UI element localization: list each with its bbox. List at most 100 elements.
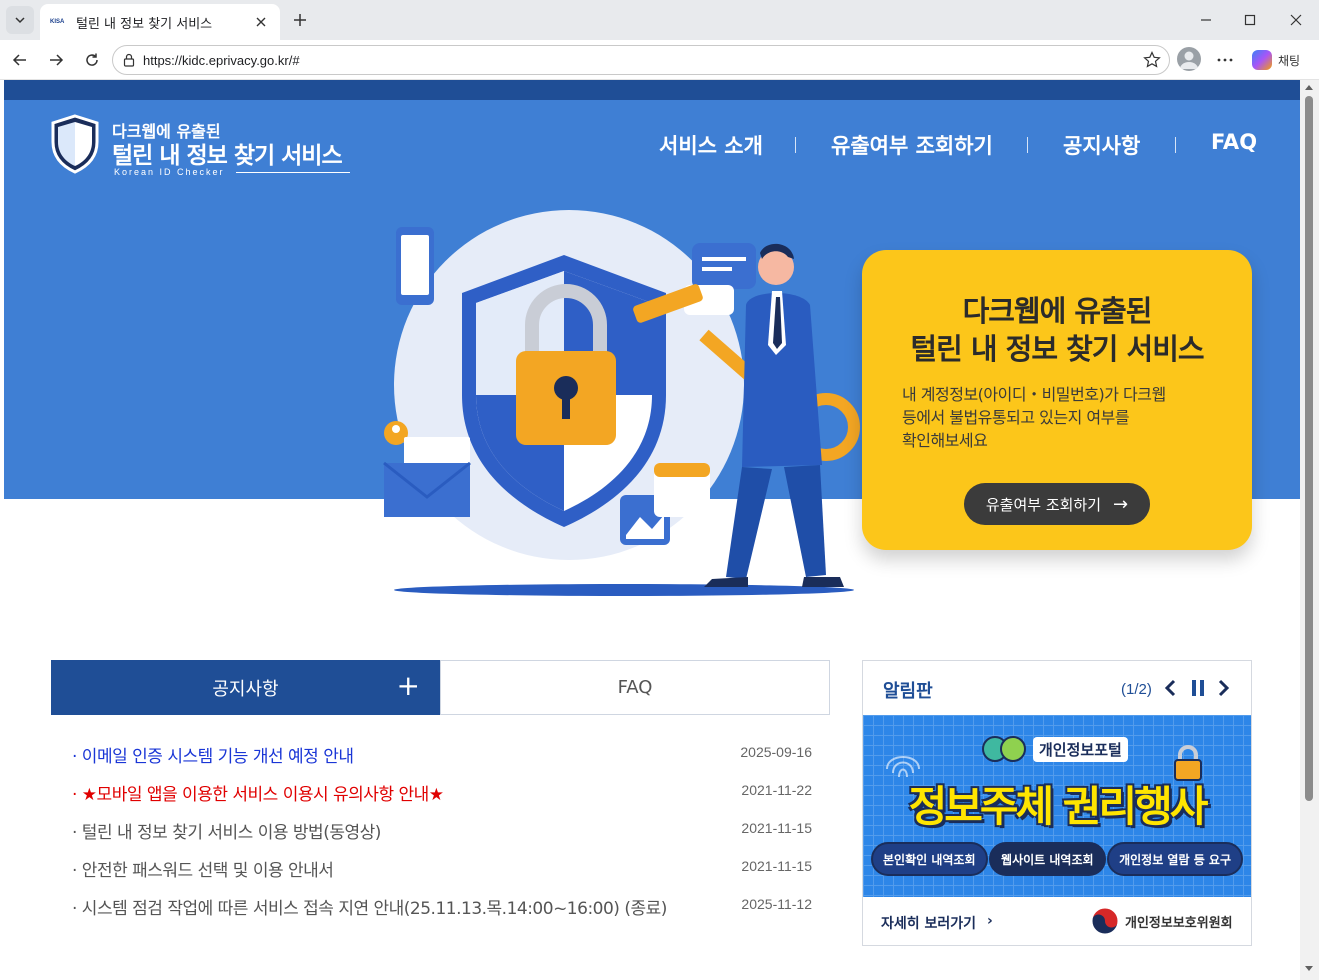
- alarm-more-link[interactable]: 자세히 보러가기: [881, 913, 976, 933]
- notice-date: 2025-09-16: [740, 744, 812, 760]
- list-item[interactable]: · 이메일 인증 시스템 기능 개선 예정 안내 2025-09-16: [72, 738, 812, 776]
- alarm-banner[interactable]: 개인정보포털 정보주체 권리행사 본인확인 내역조회 웹사이트 내역조회 개인정…: [863, 715, 1251, 897]
- list-item[interactable]: · 시스템 점검 작업에 따른 서비스 접속 지연 안내(25.11.13.목.…: [72, 890, 812, 928]
- pipc-label: 개인정보보호위원회: [1125, 915, 1233, 931]
- pipc-logo: 개인정보보호위원회: [1091, 907, 1233, 935]
- nav-service-intro[interactable]: 서비스 소개: [659, 130, 763, 160]
- hero-title: 다크웹에 유출된 털린 내 정보 찾기 서비스: [862, 292, 1252, 368]
- nav-divider: [795, 137, 796, 153]
- logo-main-text: 털린 내 정보 찾기 서비스: [112, 143, 343, 169]
- leak-check-button[interactable]: 유출여부 조회하기 →: [964, 483, 1150, 525]
- more-menu-button[interactable]: [1212, 47, 1238, 73]
- scrollbar-thumb[interactable]: [1305, 96, 1313, 801]
- plus-icon[interactable]: +: [397, 672, 420, 700]
- arrow-right-icon: [50, 54, 64, 66]
- nav-leak-check[interactable]: 유출여부 조회하기: [831, 130, 993, 160]
- lock-icon: [123, 53, 135, 67]
- browser-tab[interactable]: KISA 털린 내 정보 찾기 서비스: [40, 4, 280, 40]
- hero-title-line: 털린 내 정보 찾기 서비스: [910, 332, 1204, 366]
- logo-divider: [236, 172, 350, 173]
- alarm-next-button[interactable]: [1213, 675, 1235, 701]
- new-tab-button[interactable]: [288, 8, 312, 32]
- plus-icon: [294, 14, 306, 26]
- notice-title[interactable]: · 안전한 패스워드 선택 및 이용 안내서: [72, 856, 334, 881]
- hero-desc-line: 확인해보세요: [902, 431, 988, 450]
- scroll-down-arrow-icon[interactable]: [1305, 966, 1313, 971]
- refresh-icon: [86, 53, 98, 66]
- notice-list: · 이메일 인증 시스템 기능 개선 예정 안내 2025-09-16 · ★모…: [72, 738, 812, 928]
- notice-title[interactable]: · 이메일 인증 시스템 기능 개선 예정 안내: [72, 742, 354, 767]
- forward-button[interactable]: [42, 46, 70, 74]
- alarm-board: 알림판 (1/2) 개인정보포털 정보주체 권리행사 본인확인 내역조회 웹사이…: [862, 660, 1252, 946]
- scroll-up-arrow-icon[interactable]: [1305, 85, 1313, 90]
- leak-check-button-label: 유출여부 조회하기: [985, 495, 1102, 514]
- list-item[interactable]: · 안전한 패스워드 선택 및 이용 안내서 2021-11-15: [72, 852, 812, 890]
- nav-divider: [1175, 137, 1176, 153]
- maximize-button[interactable]: [1236, 6, 1264, 34]
- board-tabs: 공지사항 + FAQ: [51, 660, 830, 715]
- close-icon: [256, 17, 266, 27]
- page: 다크웹에 유출된 털린 내 정보 찾기 서비스 Korean ID Checke…: [4, 80, 1300, 980]
- address-bar[interactable]: https://kidc.eprivacy.go.kr/#: [112, 45, 1170, 75]
- portal-logo-icon: [982, 736, 1026, 762]
- window-close-button[interactable]: [1282, 6, 1310, 34]
- alarm-page-count: (1/2): [1121, 681, 1152, 698]
- tab-faq[interactable]: FAQ: [440, 660, 830, 715]
- back-button[interactable]: [6, 46, 34, 74]
- tab-faq-label: FAQ: [617, 677, 653, 698]
- notice-date: 2021-11-22: [741, 782, 812, 798]
- profile-avatar[interactable]: [1177, 47, 1201, 71]
- star-icon[interactable]: [1143, 51, 1161, 69]
- chevron-down-icon: [15, 17, 25, 24]
- hero-description: 내 계정정보(아이디・비밀번호)가 다크웹 등에서 불법유통되고 있는지 여부를…: [902, 383, 1222, 452]
- hero-title-line: 다크웹에 유출된: [962, 294, 1153, 328]
- tab-list-button[interactable]: [6, 6, 34, 34]
- notice-title[interactable]: · 시스템 점검 작업에 따른 서비스 접속 지연 안내(25.11.13.목.…: [72, 894, 667, 919]
- page-scrollbar[interactable]: [1300, 80, 1319, 980]
- banner-pill: 개인정보 열람 등 요구: [1107, 842, 1243, 876]
- hero-desc-line: 내 계정정보(아이디・비밀번호)가 다크웹: [902, 385, 1166, 404]
- taeguk-emblem-icon: [1091, 907, 1119, 935]
- copilot-chat-button[interactable]: 채팅: [1246, 45, 1310, 75]
- nav-notice[interactable]: 공지사항: [1063, 130, 1140, 160]
- banner-pill: 본인확인 내역조회: [871, 842, 988, 876]
- kisa-favicon-icon: KISA: [50, 19, 65, 25]
- alarm-prev-button[interactable]: [1159, 675, 1181, 701]
- shield-logo-icon: [51, 114, 99, 174]
- tab-close-button[interactable]: [252, 13, 270, 31]
- site-logo[interactable]: 다크웹에 유출된 털린 내 정보 찾기 서비스 Korean ID Checke…: [50, 114, 360, 178]
- tab-notice[interactable]: 공지사항 +: [51, 660, 440, 715]
- nav-divider: [1027, 137, 1028, 153]
- url-text: https://kidc.eprivacy.go.kr/#: [143, 52, 300, 68]
- pause-icon: [1192, 680, 1204, 696]
- banner-pills: 본인확인 내역조회 웹사이트 내역조회 개인정보 열람 등 요구: [871, 842, 1243, 876]
- notice-title[interactable]: · ★모바일 앱을 이용한 서비스 이용시 유의사항 안내★: [72, 780, 444, 805]
- notice-date: 2021-11-15: [741, 820, 812, 836]
- tab-title: 털린 내 정보 찾기 서비스: [76, 16, 213, 32]
- banner-headline: 정보주체 권리행사: [908, 782, 1209, 831]
- page-viewport: 다크웹에 유출된 털린 내 정보 찾기 서비스 Korean ID Checke…: [0, 80, 1319, 980]
- alarm-pause-button[interactable]: [1187, 675, 1209, 701]
- hero-card: 다크웹에 유출된 털린 내 정보 찾기 서비스 내 계정정보(아이디・비밀번호)…: [862, 250, 1252, 550]
- banner-portal: 개인정보포털: [981, 735, 1128, 763]
- close-icon: [1290, 14, 1302, 26]
- copilot-icon: [1252, 50, 1272, 70]
- maximize-icon: [1244, 14, 1256, 26]
- refresh-button[interactable]: [78, 46, 106, 74]
- arrow-right-icon: →: [1113, 493, 1129, 515]
- minimize-button[interactable]: [1192, 6, 1220, 34]
- notice-date: 2021-11-15: [741, 858, 812, 874]
- list-item[interactable]: · ★모바일 앱을 이용한 서비스 이용시 유의사항 안내★ 2021-11-2…: [72, 776, 812, 814]
- nav-faq[interactable]: FAQ: [1211, 130, 1257, 154]
- browser-tabbar: KISA 털린 내 정보 찾기 서비스: [0, 0, 1319, 40]
- minimize-icon: [1201, 19, 1211, 21]
- browser-toolbar: https://kidc.eprivacy.go.kr/# 채팅: [0, 40, 1319, 80]
- list-item[interactable]: · 털린 내 정보 찾기 서비스 이용 방법(동영상) 2021-11-15: [72, 814, 812, 852]
- security-illustration: [383, 210, 860, 596]
- more-dots-icon: [1217, 58, 1233, 62]
- notice-title[interactable]: · 털린 내 정보 찾기 서비스 이용 방법(동영상): [72, 818, 381, 843]
- hero-desc-line: 등에서 불법유통되고 있는지 여부를: [902, 408, 1130, 427]
- logo-sub-text: Korean ID Checker: [114, 167, 225, 177]
- banner-pill: 웹사이트 내역조회: [989, 842, 1106, 876]
- tab-notice-label: 공지사항: [212, 678, 279, 700]
